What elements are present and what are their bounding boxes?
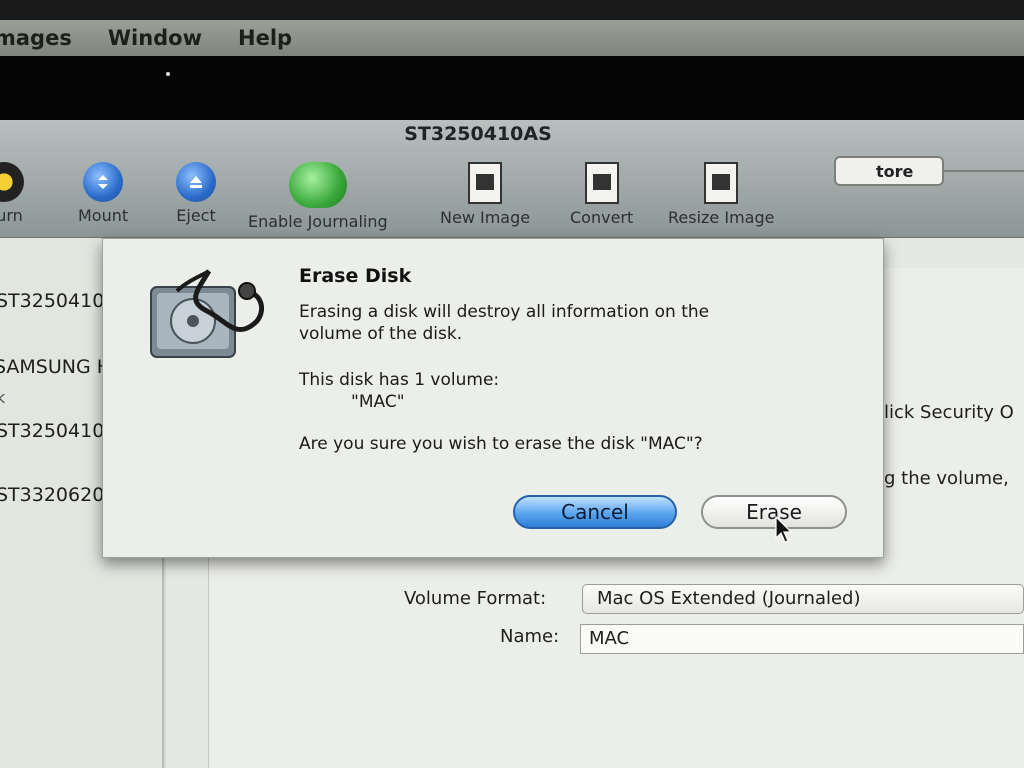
volume-format-label: Volume Format: [404, 588, 547, 609]
toolbar-label: Burn [0, 206, 23, 225]
name-field[interactable]: MAC [580, 624, 1024, 654]
new-image-button[interactable]: New Image [440, 162, 530, 227]
toolbar-label: Enable Journaling [248, 212, 388, 231]
resize-image-icon [704, 162, 739, 204]
disk-utility-icon [147, 261, 267, 365]
erase-disk-dialog: Erase Disk Erasing a disk will destroy a… [102, 238, 884, 558]
convert-icon [584, 162, 619, 204]
menu-images[interactable]: mages [0, 26, 72, 50]
tab-divider [944, 170, 1024, 172]
new-image-icon [468, 162, 503, 204]
sidebar-disk-item[interactable]: SAMSUNG H [0, 356, 111, 378]
sidebar-subitem[interactable]: k [0, 388, 5, 407]
window-title: ST3250410AS [404, 123, 552, 145]
menu-bar: mages Window Help [0, 20, 1024, 56]
toolbar-label: Mount [78, 206, 129, 225]
toolbar-label: Eject [176, 206, 216, 225]
toolbar-label: New Image [440, 208, 531, 227]
sidebar-disk-item[interactable]: ST3250410 [0, 420, 104, 442]
tab-restore[interactable]: tore [834, 156, 944, 186]
mount-icon [83, 162, 124, 202]
resize-image-button[interactable]: Resize Image [668, 162, 774, 227]
enable-journaling-button[interactable]: Enable Journaling [248, 162, 388, 231]
volume-info-text: g the volume, [884, 468, 1009, 489]
screen-dark-band [0, 56, 1024, 120]
mouse-cursor-icon [775, 516, 793, 543]
burn-button[interactable]: Burn [0, 162, 24, 225]
burn-icon [0, 162, 24, 202]
screen-bezel [0, 0, 1024, 20]
dialog-volume-count: This disk has 1 volume: [299, 370, 500, 390]
menu-window[interactable]: Window [108, 26, 202, 50]
name-label: Name: [500, 626, 560, 647]
dialog-message-line2: volume of the disk. [299, 324, 463, 344]
menu-help[interactable]: Help [238, 26, 292, 50]
dialog-message-line1: Erasing a disk will destroy all informat… [299, 302, 710, 322]
volume-format-select[interactable]: Mac OS Extended (Journaled) [582, 584, 1024, 614]
sidebar-disk-item[interactable]: ST3320620 [0, 484, 104, 506]
journaling-icon [288, 162, 347, 208]
toolbar-label: Resize Image [668, 208, 775, 227]
security-options-text: lick Security O [884, 402, 1014, 423]
eject-button[interactable]: Eject [176, 162, 216, 225]
cancel-button[interactable]: Cancel [513, 495, 677, 529]
eject-icon [176, 162, 216, 202]
dialog-question: Are you sure you wish to erase the disk … [299, 434, 703, 454]
toolbar-label: Convert [570, 208, 634, 227]
dialog-volume-name: "MAC" [351, 392, 405, 412]
mount-button[interactable]: Mount [78, 162, 128, 225]
sidebar-disk-item[interactable]: ST3250410 [0, 290, 104, 312]
dialog-title: Erase Disk [299, 265, 412, 287]
convert-button[interactable]: Convert [570, 162, 633, 227]
